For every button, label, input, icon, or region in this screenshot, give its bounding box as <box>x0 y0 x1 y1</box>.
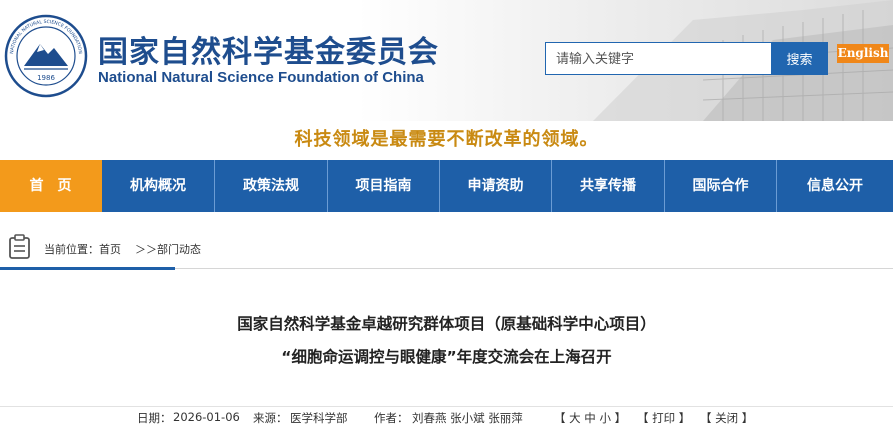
print-button[interactable]: 【 打印 】 <box>637 410 690 426</box>
nav-item-funding[interactable]: 申请资助 <box>440 160 552 212</box>
logo-year: 1986 <box>37 74 55 82</box>
article-date: 2026-01-06 <box>173 410 240 424</box>
author-label: 作者： <box>374 411 409 425</box>
article-title-line2: “细胞命运调控与眼健康”年度交流会在上海召开 <box>281 348 612 366</box>
search-input[interactable] <box>545 42 771 75</box>
breadcrumb-home-link[interactable]: 首页 <box>99 243 121 256</box>
date-label: 日期： <box>137 411 172 425</box>
nav-item-about[interactable]: 机构概况 <box>102 160 215 212</box>
breadcrumb-separator: ＞＞ <box>135 243 157 256</box>
site-title-cn[interactable]: 国家自然科学基金委员会 <box>98 27 439 71</box>
nsfc-logo-icon[interactable]: 1986 NATIONAL NATURAL SCIENCE FOUNDATION… <box>4 14 88 98</box>
article-source: 医学科学部 <box>290 411 348 425</box>
article-meta: 日期： 2026-01-06 来源： 医学科学部 作者： 刘春燕 张小斌 张丽萍… <box>0 406 893 428</box>
search-button[interactable]: 搜索 <box>771 42 828 75</box>
site-title-en: National Natural Science Foundation of C… <box>98 69 424 86</box>
article-title-line1: 国家自然科学基金卓越研究群体项目（原基础科学中心项目） <box>237 315 656 333</box>
meta-divider <box>0 406 893 407</box>
font-size-control[interactable]: 【 大 中 小 】 <box>554 410 626 426</box>
nav-item-guide[interactable]: 项目指南 <box>328 160 440 212</box>
location-icon <box>9 234 30 259</box>
main-nav: 首 页 机构概况 政策法规 项目指南 申请资助 共享传播 国际合作 信息公开 <box>0 160 893 212</box>
breadcrumb: 当前位置：首页 ＞＞部门动态 <box>0 228 893 266</box>
nav-item-sharing[interactable]: 共享传播 <box>552 160 665 212</box>
source-label: 来源： <box>253 411 288 425</box>
breadcrumb-accent-line <box>0 267 175 270</box>
nav-item-international[interactable]: 国际合作 <box>665 160 777 212</box>
slogan-banner: 科技领域是最需要不断改革的领域。 <box>294 129 599 150</box>
site-header: 1986 NATIONAL NATURAL SCIENCE FOUNDATION… <box>0 0 893 121</box>
breadcrumb-divider <box>175 268 893 269</box>
english-button[interactable]: English <box>837 44 889 63</box>
article-authors: 刘春燕 张小斌 张丽萍 <box>412 411 523 425</box>
nav-item-policy[interactable]: 政策法规 <box>215 160 328 212</box>
breadcrumb-current-link[interactable]: 部门动态 <box>157 243 201 256</box>
nav-item-home[interactable]: 首 页 <box>0 160 102 212</box>
close-button[interactable]: 【 关闭 】 <box>700 410 753 426</box>
breadcrumb-prefix: 当前位置： <box>44 243 99 256</box>
nav-item-disclosure[interactable]: 信息公开 <box>777 160 893 212</box>
